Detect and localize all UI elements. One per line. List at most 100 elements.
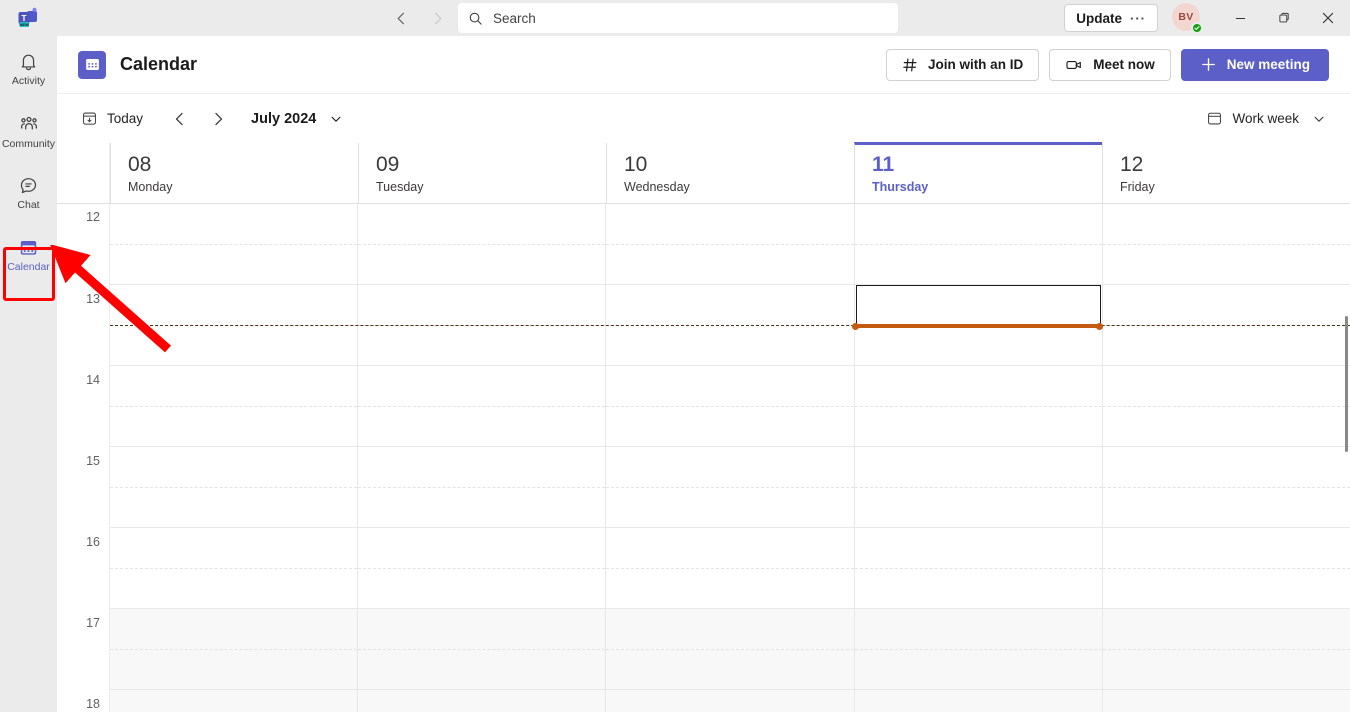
hour-cell[interactable] <box>606 690 854 712</box>
hour-cell[interactable] <box>854 690 1102 712</box>
calendar-app-header: Calendar Join with an ID Meet now New me… <box>57 36 1350 94</box>
hour-cell[interactable] <box>854 609 1103 690</box>
day-column-monday[interactable] <box>110 204 358 712</box>
hour-cell[interactable] <box>1102 609 1350 690</box>
calendar-body: 08 Monday 09 Tuesday 10 Wednesday 11 Thu… <box>57 142 1350 712</box>
hour-cell[interactable] <box>110 528 358 609</box>
day-name: Tuesday <box>376 180 424 194</box>
search-input[interactable]: Search <box>493 11 536 26</box>
bell-icon <box>18 51 39 72</box>
main-content: Calendar Join with an ID Meet now New me… <box>57 36 1350 712</box>
hour-cell[interactable] <box>110 366 358 447</box>
sidebar-item-label: Community <box>1 137 56 150</box>
titlebar-right: Update ··· BV <box>1064 0 1350 36</box>
hour-cell[interactable] <box>358 528 606 609</box>
today-button[interactable]: Today <box>73 103 151 135</box>
hour-cell[interactable] <box>1102 528 1350 609</box>
day-column-thursday[interactable] <box>853 204 1103 712</box>
hour-cell[interactable] <box>854 366 1103 447</box>
close-button[interactable] <box>1306 0 1350 36</box>
hour-cell[interactable] <box>358 690 606 712</box>
hour-cell[interactable] <box>110 609 358 690</box>
minimize-button[interactable] <box>1218 0 1262 36</box>
day-header-monday[interactable]: 08 Monday <box>110 143 358 203</box>
back-button[interactable] <box>388 5 414 31</box>
hour-cell[interactable] <box>110 447 358 528</box>
sidebar-item-chat[interactable]: Chat <box>0 164 57 222</box>
calendar-scroll-area[interactable]: 12 13 14 15 16 17 18 <box>57 204 1350 712</box>
presence-available-icon <box>1191 22 1203 34</box>
hour-cell[interactable] <box>606 366 854 447</box>
hour-cell[interactable] <box>606 447 854 528</box>
time-label: 15 <box>86 454 100 468</box>
hour-cell[interactable] <box>1102 447 1350 528</box>
avatar[interactable]: BV <box>1172 3 1203 34</box>
day-header-tuesday[interactable]: 09 Tuesday <box>358 143 606 203</box>
month-label: July 2024 <box>251 110 317 127</box>
day-name: Friday <box>1120 180 1155 194</box>
hour-cell[interactable] <box>110 204 358 285</box>
hour-cell[interactable] <box>854 528 1103 609</box>
day-column-wednesday[interactable] <box>605 204 854 712</box>
update-overflow-icon[interactable]: ··· <box>1130 11 1146 26</box>
day-column-friday[interactable] <box>1101 204 1350 712</box>
meet-now-button[interactable]: Meet now <box>1049 48 1171 81</box>
day-header-thursday-today[interactable]: 11 Thursday <box>854 142 1102 203</box>
new-meeting-label: New meeting <box>1226 57 1310 72</box>
previous-week-button[interactable] <box>165 104 195 134</box>
search-bar[interactable]: Search <box>458 3 898 33</box>
hour-cell[interactable] <box>358 366 606 447</box>
view-picker[interactable]: Work week <box>1198 103 1334 135</box>
next-week-button[interactable] <box>203 104 233 134</box>
update-button[interactable]: Update ··· <box>1064 4 1158 32</box>
hour-cell[interactable] <box>110 690 358 712</box>
time-label: 14 <box>86 373 100 387</box>
time-label: 16 <box>86 535 100 549</box>
hash-icon <box>902 57 918 73</box>
day-header-wednesday[interactable]: 10 Wednesday <box>606 143 854 203</box>
people-icon <box>18 113 40 135</box>
gutter-header <box>57 143 110 203</box>
hour-cell[interactable] <box>854 204 1103 285</box>
hour-cell[interactable] <box>606 609 854 690</box>
current-time-line <box>110 325 1350 326</box>
hour-cell[interactable] <box>854 447 1103 528</box>
logo-new-badge: NEW <box>20 22 30 27</box>
plus-icon <box>1200 56 1217 73</box>
new-meeting-button[interactable]: New meeting <box>1180 48 1329 81</box>
calendar-app-icon <box>78 50 106 79</box>
update-label: Update <box>1076 10 1122 26</box>
hour-cell[interactable] <box>1102 690 1350 712</box>
day-headers: 08 Monday 09 Tuesday 10 Wednesday 11 Thu… <box>57 142 1350 204</box>
teams-logo-icon: T NEW <box>0 0 56 36</box>
hour-cell[interactable] <box>606 528 854 609</box>
vertical-scrollbar[interactable] <box>1345 316 1348 452</box>
page-title: Calendar <box>120 54 198 74</box>
time-label: 17 <box>86 616 100 630</box>
sidebar-item-community[interactable]: Community <box>0 102 57 160</box>
nav-arrows <box>388 5 450 31</box>
hour-cell[interactable] <box>358 609 606 690</box>
maximize-button[interactable] <box>1262 0 1306 36</box>
sidebar-item-activity[interactable]: Activity <box>0 40 57 98</box>
day-number: 08 <box>128 153 152 176</box>
selected-time-slot[interactable] <box>855 285 1101 326</box>
hour-cell[interactable] <box>358 204 606 285</box>
forward-button[interactable] <box>424 5 450 31</box>
month-picker[interactable]: July 2024 <box>243 103 351 135</box>
hour-cell[interactable] <box>358 447 606 528</box>
day-header-friday[interactable]: 12 Friday <box>1102 143 1350 203</box>
video-camera-icon <box>1065 56 1083 74</box>
hour-cell[interactable] <box>606 204 854 285</box>
join-with-id-button[interactable]: Join with an ID <box>885 48 1040 81</box>
day-column-tuesday[interactable] <box>357 204 606 712</box>
window-controls <box>1218 0 1350 36</box>
current-time-dot-end <box>1096 322 1103 330</box>
day-name: Monday <box>128 180 173 194</box>
calendar-grid: 12 13 14 15 16 17 18 <box>57 204 1350 712</box>
day-name: Wednesday <box>624 180 690 194</box>
hour-cell[interactable] <box>1102 204 1350 285</box>
calendar-toolbar: Today July 2024 Work week <box>57 94 1350 143</box>
sidebar-item-calendar[interactable]: Calendar <box>0 226 57 284</box>
hour-cell[interactable] <box>1102 366 1350 447</box>
